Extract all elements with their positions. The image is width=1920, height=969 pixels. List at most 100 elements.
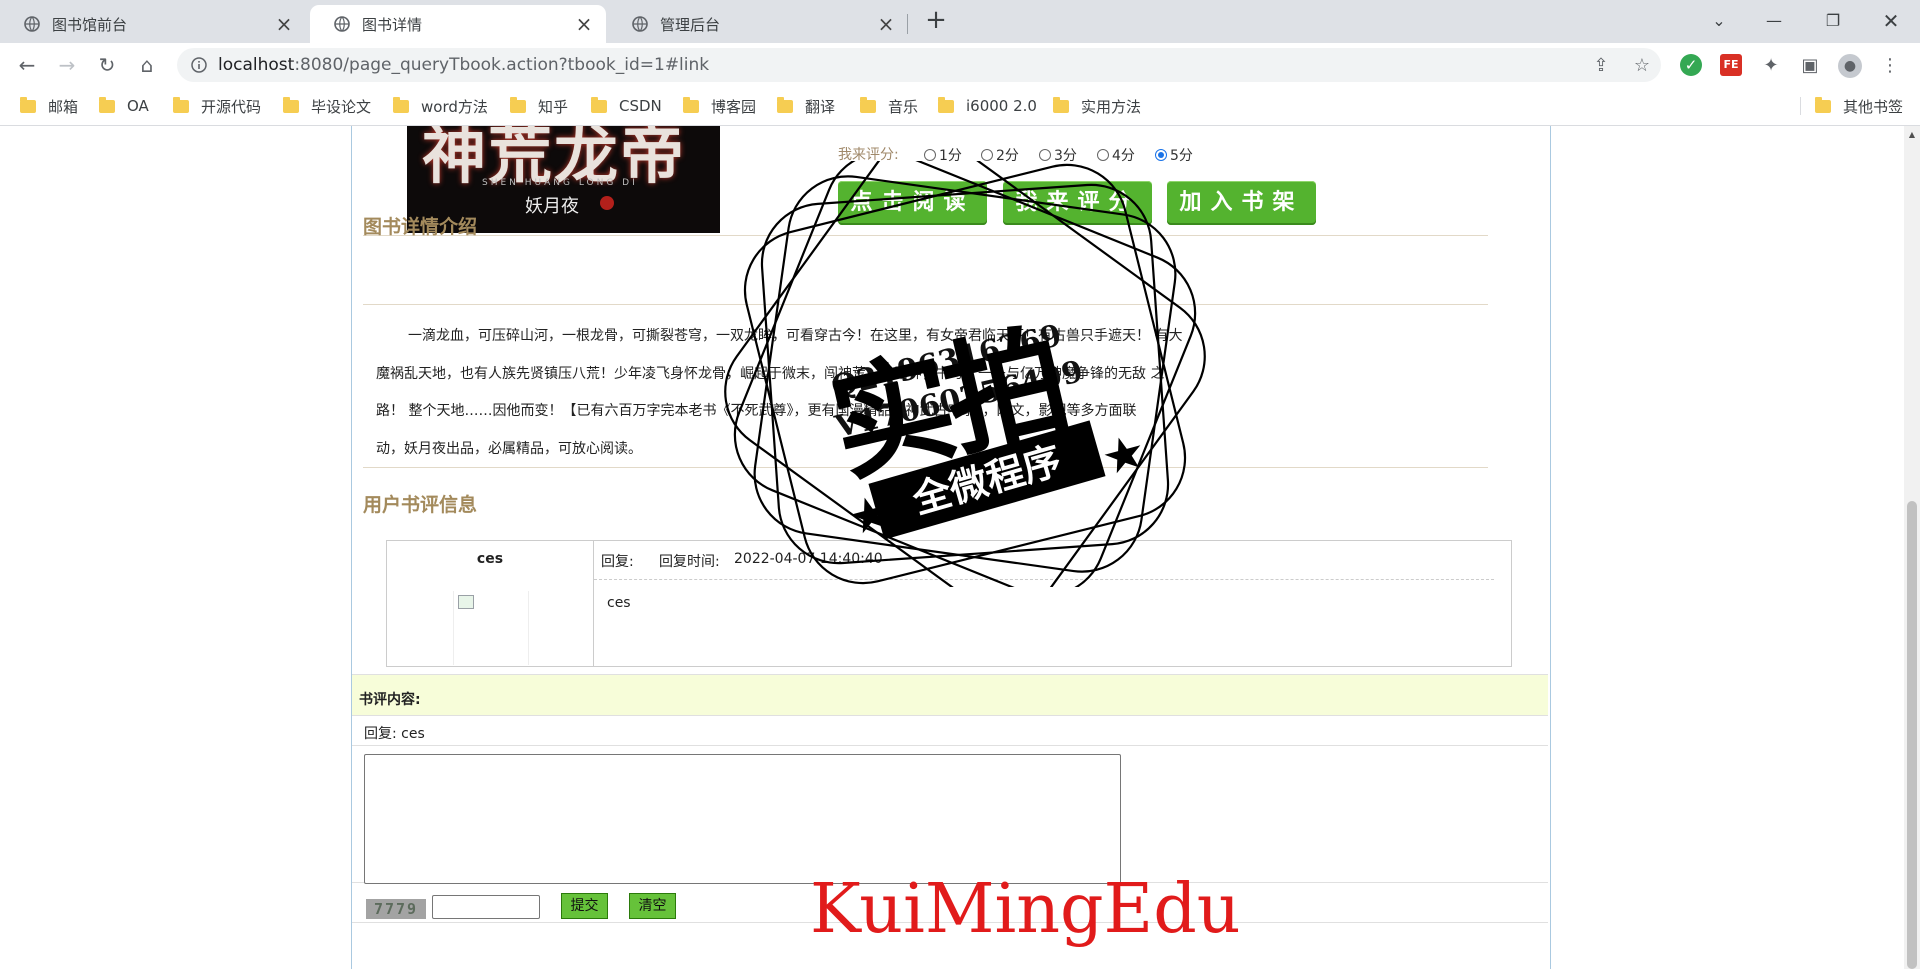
- forward-button[interactable]: →: [53, 51, 81, 79]
- comment-content-label: 书评内容:: [359, 692, 421, 708]
- bookmark-folder[interactable]: i6000 2.0: [938, 96, 1037, 116]
- globe-icon: [632, 16, 648, 32]
- page-scrollbar[interactable]: ▲: [1904, 126, 1920, 969]
- menu-kebab-icon[interactable]: ⋮: [1878, 54, 1902, 78]
- bookmark-folder[interactable]: 开源代码: [173, 96, 261, 116]
- browser-toolbar: ← → ↻ ⌂ localhost:8080/page_queryTbook.a…: [0, 43, 1920, 87]
- minimize-button[interactable]: —: [1751, 5, 1797, 37]
- textarea-row: [352, 746, 1548, 884]
- reply-prefix: 回复: ces: [364, 726, 425, 742]
- rating-label: 我来评分:: [838, 147, 899, 163]
- bookmark-folder[interactable]: 毕设论文: [283, 96, 371, 116]
- shield-extension-icon[interactable]: ✓: [1680, 54, 1702, 76]
- rate-button[interactable]: 我来评分: [1003, 181, 1152, 225]
- folder-icon: [283, 96, 299, 113]
- close-icon[interactable]: ×: [876, 12, 896, 36]
- bookmark-folder[interactable]: word方法: [393, 96, 488, 116]
- close-icon[interactable]: ×: [274, 12, 294, 36]
- intro-line: 魔祸乱天地，也有人族先贤镇压八荒！少年凌飞身怀龙骨，崛起于微末，闯神荒，战诸神，…: [376, 366, 1165, 382]
- back-button[interactable]: ←: [13, 51, 41, 79]
- bookmark-folder[interactable]: 邮箱: [20, 96, 78, 116]
- bookmark-label: 毕设论文: [311, 97, 372, 116]
- bookmark-label: 实用方法: [1081, 97, 1142, 116]
- bookmarks-bar: 邮箱 OA 开源代码 毕设论文 word方法 知乎 CSDN 博客园 翻译 音乐…: [0, 87, 1920, 126]
- bookmark-folder[interactable]: 博客园: [683, 96, 756, 116]
- url-host: localhost: [218, 55, 295, 75]
- captcha-input[interactable]: [432, 895, 540, 919]
- reload-button[interactable]: ↻: [93, 51, 121, 79]
- comments-heading: 用户书评信息: [363, 494, 478, 516]
- address-bar[interactable]: localhost:8080/page_queryTbook.action?tb…: [177, 48, 1661, 82]
- bookmark-label: 音乐: [888, 97, 919, 116]
- rating-option-3[interactable]: 3分: [1039, 145, 1077, 165]
- bookmark-label: 开源代码: [201, 97, 262, 116]
- fe-extension-icon[interactable]: FE: [1720, 54, 1742, 76]
- divider: [363, 304, 1488, 305]
- bookmark-folder[interactable]: CSDN: [591, 96, 662, 116]
- info-icon[interactable]: [191, 57, 207, 73]
- profile-avatar-icon[interactable]: ●: [1838, 54, 1862, 78]
- window-close-button[interactable]: ✕: [1868, 5, 1914, 37]
- rating-option-4[interactable]: 4分: [1097, 145, 1135, 165]
- submit-button[interactable]: 提交: [561, 893, 608, 919]
- reply-row: 回复: ces: [352, 716, 1548, 746]
- radio-circle[interactable]: [981, 149, 993, 161]
- read-button[interactable]: 点击阅读: [838, 181, 987, 225]
- tab-library-front[interactable]: 图书馆前台 ×: [0, 5, 306, 43]
- captcha-image[interactable]: 7779: [366, 899, 426, 919]
- rating-option-2[interactable]: 2分: [981, 145, 1019, 165]
- other-bookmarks-folder[interactable]: 其他书签: [1815, 96, 1903, 116]
- clear-button[interactable]: 清空: [629, 893, 676, 919]
- close-icon[interactable]: ×: [574, 12, 594, 36]
- comment-textarea[interactable]: [364, 754, 1121, 884]
- folder-icon: [1053, 96, 1069, 113]
- tab-admin[interactable]: 管理后台 ×: [608, 5, 908, 43]
- home-button[interactable]: ⌂: [133, 51, 161, 79]
- radio-circle[interactable]: [1039, 149, 1051, 161]
- new-tab-button[interactable]: +: [922, 5, 950, 37]
- intro-line: 动，妖月夜出品，必属精品，可放心阅读。: [376, 441, 642, 457]
- tab-strip: 图书馆前台 × 图书详情 × 管理后台 × + ⌄ — ❐ ✕: [0, 0, 1920, 43]
- bookmark-star-icon[interactable]: ☆: [1632, 56, 1652, 76]
- radio-circle[interactable]: [1097, 149, 1109, 161]
- tab-title: 图书馆前台: [52, 15, 128, 34]
- bookmark-label: 邮箱: [48, 97, 79, 116]
- side-panel-icon[interactable]: ▣: [1798, 54, 1822, 78]
- bookmark-label: 其他书签: [1843, 97, 1904, 116]
- scroll-up-icon[interactable]: ▲: [1904, 130, 1920, 139]
- comment-form-header: 书评内容:: [352, 674, 1548, 716]
- radio-circle[interactable]: [924, 149, 936, 161]
- scroll-thumb[interactable]: [1907, 501, 1917, 969]
- folder-icon: [510, 96, 526, 113]
- rating-option-label: 4分: [1112, 148, 1135, 164]
- bookmark-folder[interactable]: 音乐: [860, 96, 918, 116]
- share-icon[interactable]: ⇪: [1591, 56, 1611, 76]
- folder-icon: [591, 96, 607, 113]
- radio-circle-selected[interactable]: [1155, 149, 1167, 161]
- bookmark-label: 翻译: [805, 97, 836, 116]
- add-to-shelf-button[interactable]: 加入书架: [1167, 181, 1316, 225]
- rating-option-label: 1分: [939, 148, 962, 164]
- rating-option-5[interactable]: 5分: [1155, 145, 1193, 165]
- page-viewport: 神荒龙帝 SHEN HUANG LONG DI 妖月夜 我来评分: 1分 2分 …: [0, 126, 1904, 969]
- folder-icon: [173, 96, 189, 113]
- tab-search-icon[interactable]: ⌄: [1696, 5, 1742, 37]
- comment-text: ces: [607, 595, 631, 611]
- rating-option-1[interactable]: 1分: [924, 145, 962, 165]
- bookmark-folder[interactable]: 翻译: [777, 96, 835, 116]
- folder-icon: [99, 96, 115, 113]
- restore-button[interactable]: ❐: [1810, 5, 1856, 37]
- bookmark-folder[interactable]: OA: [99, 96, 149, 116]
- avatar: [453, 591, 529, 665]
- tab-title: 管理后台: [660, 15, 721, 34]
- tab-book-detail[interactable]: 图书详情 ×: [310, 5, 606, 43]
- folder-icon: [20, 96, 36, 113]
- cover-author: 妖月夜: [525, 196, 579, 217]
- url-text[interactable]: localhost:8080/page_queryTbook.action?tb…: [218, 55, 709, 75]
- folder-icon: [393, 96, 409, 113]
- divider: [363, 235, 1488, 236]
- bookmark-folder[interactable]: 知乎: [510, 96, 568, 116]
- extensions-puzzle-icon[interactable]: ✦: [1759, 54, 1783, 78]
- bookmark-folder[interactable]: 实用方法: [1053, 96, 1141, 116]
- url-path: :8080/page_queryTbook.action?tbook_id=1#…: [294, 55, 710, 75]
